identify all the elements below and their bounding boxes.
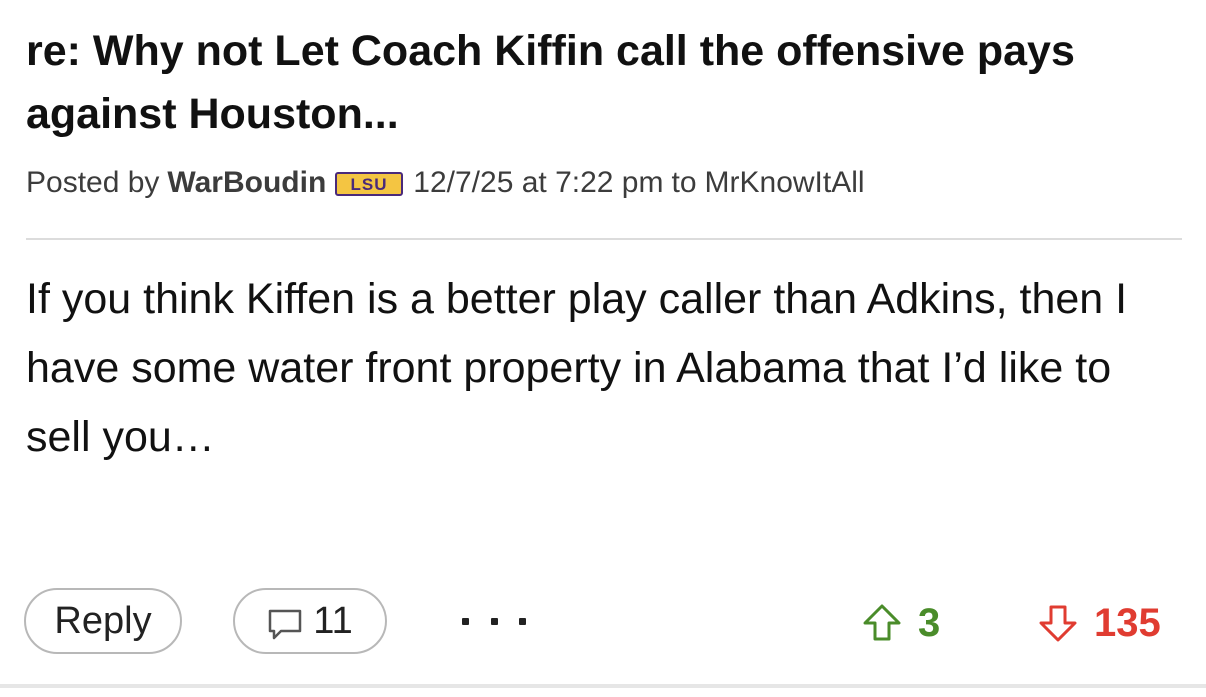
to-label: to bbox=[671, 166, 697, 199]
post-date: 12/7/25 at 7:22 pm bbox=[413, 166, 664, 199]
post-title: re: Why not Let Coach Kiffin call the of… bbox=[26, 27, 1075, 138]
post-meta: Posted by WarBoudin LSU 12/7/25 at 7:22 … bbox=[26, 163, 865, 203]
post-body: If you think Kiffen is a better play cal… bbox=[26, 275, 1128, 461]
ellipsis-dot bbox=[519, 617, 526, 625]
comment-count: 11 bbox=[313, 600, 353, 642]
reply-button[interactable]: Reply bbox=[24, 588, 182, 654]
post-actions: Reply 11 3 135 bbox=[0, 588, 1206, 658]
comments-button[interactable]: 11 bbox=[233, 588, 387, 654]
speech-bubble-icon bbox=[269, 609, 302, 640]
post-container: re: Why not Let Coach Kiffin call the of… bbox=[0, 0, 1206, 697]
posted-by-label: Posted by bbox=[26, 166, 160, 199]
recipient-link[interactable]: MrKnowItAll bbox=[705, 163, 865, 203]
divider bbox=[26, 238, 1182, 240]
bottom-border bbox=[0, 684, 1206, 688]
ellipsis-dot bbox=[462, 617, 469, 625]
arrow-down-icon bbox=[1039, 605, 1077, 642]
upvote-count: 3 bbox=[918, 601, 941, 645]
upvote-button[interactable]: 3 bbox=[860, 598, 940, 648]
lsu-badge-icon: LSU bbox=[335, 172, 404, 196]
ellipsis-dot bbox=[490, 617, 498, 625]
lsu-badge-text: LSU bbox=[351, 175, 388, 194]
downvote-button[interactable]: 135 bbox=[1036, 598, 1161, 648]
arrow-up-icon bbox=[863, 604, 901, 641]
more-options-button[interactable] bbox=[456, 596, 532, 646]
downvote-count: 135 bbox=[1094, 601, 1161, 645]
author-link[interactable]: WarBoudin bbox=[167, 163, 326, 203]
